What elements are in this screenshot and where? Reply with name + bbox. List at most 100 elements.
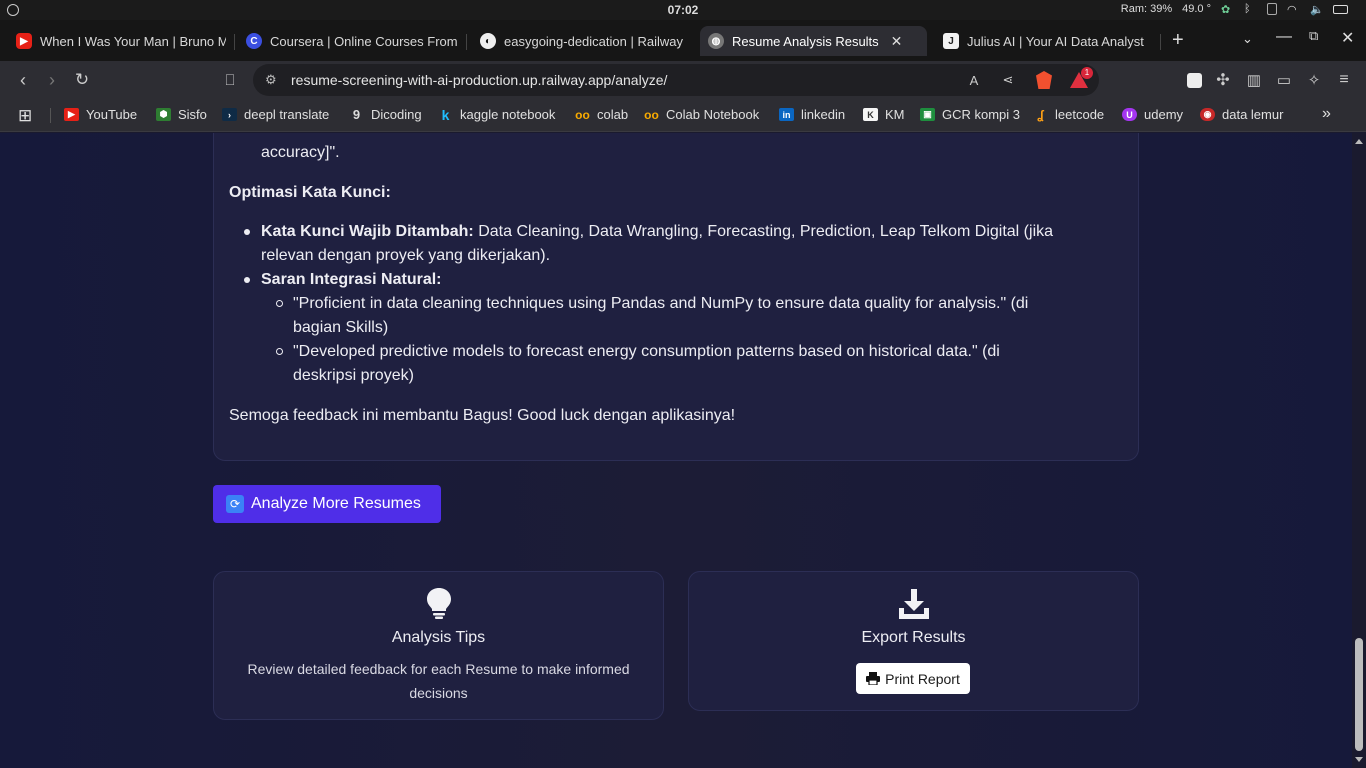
linkedin-icon: in: [779, 108, 794, 121]
brave-shields-icon[interactable]: [1035, 71, 1053, 89]
url-text[interactable]: resume-screening-with-ai-production.up.r…: [291, 72, 667, 88]
close-tab-icon[interactable]: ✕: [891, 33, 903, 50]
extension-icon[interactable]: [1183, 69, 1205, 91]
address-bar[interactable]: ⚙ resume-screening-with-ai-production.up…: [253, 64, 1099, 96]
site-info-icon[interactable]: ⚙: [265, 72, 281, 88]
keywords-item: Kata Kunci Wajib Ditambah: Data Cleaning…: [261, 220, 1121, 244]
suggestion-1-cont: bagian Skills): [293, 319, 389, 336]
scrollbar-thumb[interactable]: [1355, 638, 1363, 751]
extensions-puzzle-icon[interactable]: ✣: [1212, 69, 1234, 91]
bookmark-sisfo[interactable]: ⬢ Sisfo: [156, 107, 207, 122]
tab-julius[interactable]: J Julius AI | Your AI Data Analyst: [935, 26, 1157, 56]
bookmark-linkedin[interactable]: in linkedin: [779, 107, 845, 122]
page-content: accuracy]". Optimasi Kata Kunci: Kata Ku…: [0, 133, 1366, 768]
volume-icon[interactable]: 🔈: [1310, 3, 1324, 16]
youtube-icon: ▶: [16, 33, 32, 49]
bookmark-data-lemur[interactable]: ◉ data lemur: [1200, 107, 1283, 122]
data-lemur-icon: ◉: [1200, 108, 1215, 121]
tab-title: Coursera | Online Courses From: [270, 33, 458, 49]
tab-railway[interactable]: ◐ easygoing-dedication | Railway: [472, 26, 692, 56]
leetcode-icon: ʆ: [1037, 107, 1044, 122]
keywords-label: Kata Kunci Wajib Ditambah:: [261, 223, 474, 240]
print-report-label: Print Report: [885, 670, 960, 687]
forward-button[interactable]: ›: [41, 69, 63, 91]
tab-title: When I Was Your Man | Bruno M: [40, 33, 226, 49]
share-icon[interactable]: ⋖: [999, 71, 1017, 89]
tab-strip: ▶ When I Was Your Man | Bruno M C Course…: [0, 20, 1366, 61]
drive-icon[interactable]: [1267, 3, 1277, 15]
wifi-icon[interactable]: ◠: [1287, 3, 1300, 16]
analysis-tips-card: Analysis Tips Review detailed feedback f…: [213, 571, 664, 720]
back-button[interactable]: ‹: [12, 69, 34, 91]
globe-icon: ◍: [708, 33, 724, 49]
maximize-button[interactable]: ⧉: [1309, 28, 1318, 44]
wallet-icon[interactable]: ▭: [1273, 69, 1295, 91]
scroll-down-icon[interactable]: [1355, 757, 1363, 762]
translate-icon[interactable]: A: [965, 71, 983, 89]
analyze-more-button[interactable]: ⟳ Analyze More Resumes: [213, 485, 441, 523]
close-window-button[interactable]: ✕: [1341, 28, 1354, 48]
export-title: Export Results: [861, 629, 966, 646]
system-tray: Ram: 39% 49.0 ° ✿ ᛒ ◠ 🔈: [1120, 3, 1348, 16]
previous-line-text: accuracy]".: [261, 144, 340, 161]
tab-title: Julius AI | Your AI Data Analyst: [967, 33, 1144, 49]
tab-search-chevron-down-icon[interactable]: ⌄: [1242, 31, 1253, 47]
tab-title: Resume Analysis Results: [732, 33, 879, 49]
suggestion-1: "Proficient in data cleaning techniques …: [293, 295, 1029, 312]
menu-icon[interactable]: ≡: [1333, 69, 1355, 91]
tab-coursera[interactable]: C Coursera | Online Courses From: [238, 26, 460, 56]
temperature-indicator: 49.0 °: [1182, 3, 1211, 15]
udemy-icon: U: [1122, 108, 1137, 121]
classroom-icon: ▣: [920, 108, 935, 121]
youtube-icon: ▶: [64, 108, 79, 121]
lightbulb-icon: [427, 588, 451, 619]
minimize-button[interactable]: —: [1276, 28, 1292, 46]
bookmark-colab-notebook[interactable]: oo Colab Notebook: [644, 107, 759, 122]
ram-indicator: Ram: 39%: [1120, 3, 1173, 15]
bookmark-kaggle[interactable]: k kaggle notebook: [438, 106, 556, 123]
bookmark-leetcode[interactable]: ʆ leetcode: [1033, 107, 1104, 122]
bookmark-colab[interactable]: oo colab: [575, 107, 628, 122]
tab-resume-analysis[interactable]: ◍ Resume Analysis Results ✕: [700, 26, 927, 56]
analyze-more-label: Analyze More Resumes: [251, 495, 421, 512]
tips-title: Analysis Tips: [391, 629, 486, 646]
refresh-icon: ⟳: [226, 495, 244, 513]
tab-youtube[interactable]: ▶ When I Was Your Man | Bruno M: [8, 26, 226, 56]
reload-button[interactable]: ↻: [71, 69, 93, 91]
network-share-icon[interactable]: ✿: [1221, 3, 1234, 16]
apps-grid-icon[interactable]: ⊞: [18, 106, 32, 126]
battery-icon[interactable]: [1333, 5, 1348, 14]
integration-label: Saran Integrasi Natural:: [261, 271, 442, 288]
closing-text: Semoga feedback ini membantu Bagus! Good…: [229, 407, 736, 424]
bookmark-deepl[interactable]: › deepl translate: [222, 107, 329, 122]
leo-ai-icon[interactable]: ✧: [1303, 69, 1325, 91]
sisfo-icon: ⬢: [156, 108, 171, 121]
tab-title: easygoing-dedication | Railway: [504, 33, 683, 49]
os-top-bar: 07:02 Ram: 39% 49.0 ° ✿ ᛒ ◠ 🔈: [0, 0, 1366, 20]
bookmarks-bar: ⊞ ▶ YouTube ⬢ Sisfo › deepl translate 9 Dico…: [0, 99, 1366, 132]
bookmark-icon[interactable]: ⎕: [219, 69, 241, 91]
bullet-icon: [244, 277, 250, 283]
more-bookmarks-chevron-icon[interactable]: »: [1322, 105, 1331, 123]
download-icon: [899, 589, 929, 619]
sidebar-icon[interactable]: ▥: [1243, 69, 1265, 91]
section-heading: Optimasi Kata Kunci:: [229, 184, 391, 201]
new-tab-button[interactable]: +: [1172, 29, 1184, 52]
bookmark-udemy[interactable]: Uudemy: [1122, 107, 1183, 122]
suggestion-2-cont: deskripsi proyek): [293, 367, 414, 384]
scroll-up-icon[interactable]: [1355, 139, 1363, 144]
bookmark-gcr[interactable]: ▣ GCR kompi 3: [920, 107, 1020, 122]
km-icon: K: [863, 108, 878, 121]
page-scrollbar[interactable]: [1352, 133, 1366, 768]
bookmark-youtube[interactable]: ▶ YouTube: [64, 107, 137, 122]
tips-description: Review detailed feedback for each Resume…: [247, 661, 630, 701]
bluetooth-icon[interactable]: ᛒ: [1244, 3, 1257, 15]
sub-bullet-icon: [276, 300, 283, 307]
print-report-button[interactable]: Print Report: [856, 663, 970, 694]
coursera-icon: C: [246, 33, 262, 49]
deepl-icon: ›: [222, 108, 237, 121]
sub-bullet-icon: [276, 348, 283, 355]
bookmark-dicoding[interactable]: 9 Dicoding: [349, 107, 422, 122]
bookmark-km[interactable]: K KM: [863, 107, 905, 122]
kaggle-icon: k: [441, 106, 450, 123]
